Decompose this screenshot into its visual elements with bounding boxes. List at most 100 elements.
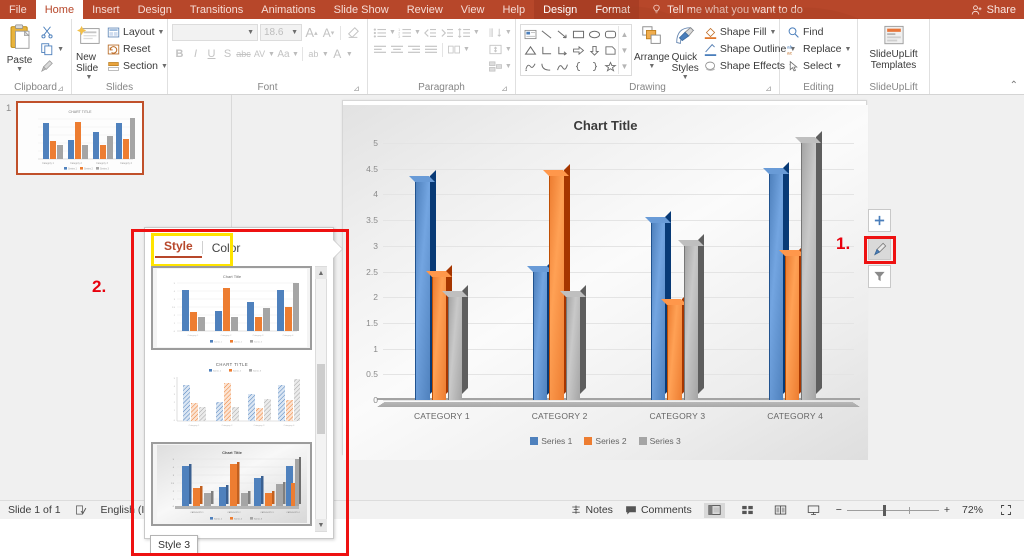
arrange-button[interactable]: Arrange ▼: [634, 22, 670, 70]
align-right-button[interactable]: [406, 42, 422, 57]
arrange-caret-icon[interactable]: ▼: [648, 63, 655, 70]
shape-textbox-icon[interactable]: [522, 26, 538, 42]
tab-help[interactable]: Help: [493, 0, 534, 19]
zoom-out-button[interactable]: −: [836, 504, 842, 516]
strikethrough-button[interactable]: abc: [236, 46, 251, 62]
shape-line-icon[interactable]: [538, 26, 554, 42]
chart-legend[interactable]: Series 1 Series 2 Series 3: [343, 436, 868, 446]
shapes-scroll-down-icon[interactable]: ▼: [619, 42, 630, 58]
text-direction-caret-icon[interactable]: ▼: [505, 29, 512, 36]
replace-caret-icon[interactable]: ▼: [845, 46, 852, 53]
shape-down-arrow-icon[interactable]: [586, 42, 602, 58]
font-name-caret-icon[interactable]: ▼: [247, 29, 254, 36]
section-button[interactable]: Section ▼: [104, 58, 171, 74]
shape-pentagon-icon[interactable]: [602, 42, 618, 58]
italic-button[interactable]: I: [188, 46, 203, 62]
increase-indent-button[interactable]: [439, 25, 455, 40]
paragraph-dialog-launcher[interactable]: ⊿: [500, 84, 509, 93]
chart-object[interactable]: Chart Title 00.511.522.533.544.55CATEGOR…: [343, 105, 868, 460]
tab-home[interactable]: Home: [36, 0, 83, 19]
align-text-caret-icon[interactable]: ▼: [505, 46, 512, 53]
zoom-slider[interactable]: − +: [836, 504, 950, 516]
shape-left-brace-icon[interactable]: [570, 58, 586, 74]
chart-bar[interactable]: [667, 305, 681, 400]
paste-caret-icon[interactable]: ▼: [16, 66, 23, 73]
chart-bar[interactable]: [684, 246, 698, 400]
shape-elbow-arrow-icon[interactable]: [554, 42, 570, 58]
shape-right-brace-icon[interactable]: [586, 58, 602, 74]
decrease-indent-button[interactable]: [422, 25, 438, 40]
shape-right-arrow-icon[interactable]: [570, 42, 586, 58]
chart-bar[interactable]: [448, 297, 462, 400]
tab-chart-design[interactable]: Design: [534, 0, 586, 19]
text-shadow-button[interactable]: S: [220, 46, 235, 62]
font-name-input[interactable]: ▼: [172, 24, 258, 41]
tab-review[interactable]: Review: [398, 0, 452, 19]
chart-bar[interactable]: [785, 256, 799, 400]
font-color-button[interactable]: A: [330, 46, 345, 62]
shape-fill-caret-icon[interactable]: ▼: [770, 29, 777, 36]
drawing-dialog-launcher[interactable]: ⊿: [764, 84, 773, 93]
shape-curve-icon[interactable]: [538, 58, 554, 74]
align-text-button[interactable]: [488, 42, 504, 57]
shape-star-icon[interactable]: [602, 58, 618, 74]
chart-bar[interactable]: [801, 143, 815, 400]
tab-slide-show[interactable]: Slide Show: [325, 0, 398, 19]
tab-animations[interactable]: Animations: [252, 0, 324, 19]
align-left-button[interactable]: [372, 42, 388, 57]
layout-button[interactable]: Layout ▼: [104, 24, 171, 40]
zoom-in-button[interactable]: +: [944, 504, 950, 516]
font-color-caret-icon[interactable]: ▼: [346, 51, 353, 58]
shapes-more-icon[interactable]: ▼: [619, 58, 630, 74]
numbering-caret-icon[interactable]: ▼: [414, 29, 421, 36]
format-painter-button[interactable]: [37, 58, 67, 74]
view-reading-button[interactable]: [770, 503, 791, 518]
chart-bar[interactable]: [549, 176, 563, 400]
paste-button[interactable]: Paste ▼: [4, 22, 35, 73]
line-spacing-caret-icon[interactable]: ▼: [473, 29, 480, 36]
slide-canvas[interactable]: Chart Title 00.511.522.533.544.55CATEGOR…: [342, 100, 867, 455]
quick-styles-caret-icon[interactable]: ▼: [682, 74, 689, 81]
share-button[interactable]: Share: [971, 0, 1016, 19]
text-highlight-button[interactable]: ab: [306, 46, 321, 62]
chart-bar[interactable]: [566, 297, 580, 400]
legend-item[interactable]: Series 2: [584, 436, 626, 446]
legend-item[interactable]: Series 3: [639, 436, 681, 446]
tab-view[interactable]: View: [452, 0, 494, 19]
convert-to-smartart-button[interactable]: [488, 59, 504, 74]
view-slideshow-button[interactable]: [803, 503, 824, 518]
shape-arc-icon[interactable]: [554, 58, 570, 74]
zoom-track[interactable]: [847, 510, 939, 511]
layout-caret-icon[interactable]: ▼: [158, 29, 165, 36]
smartart-caret-icon[interactable]: ▼: [505, 63, 512, 70]
view-slide-sorter-button[interactable]: [737, 503, 758, 518]
tell-me-box[interactable]: Tell me what you want to do: [639, 0, 803, 19]
cut-button[interactable]: [37, 24, 67, 40]
shape-rectangle-icon[interactable]: [570, 26, 586, 42]
shape-rounded-rectangle-icon[interactable]: [602, 26, 618, 42]
find-button[interactable]: Find: [784, 24, 854, 40]
slideuplift-templates-button[interactable]: SlideUpLift Templates: [864, 22, 924, 71]
underline-button[interactable]: U: [204, 46, 219, 62]
select-button[interactable]: Select ▼: [784, 58, 854, 74]
shape-triangle-icon[interactable]: [522, 42, 538, 58]
chart-filters-button[interactable]: [868, 265, 891, 288]
character-spacing-button[interactable]: AV: [252, 46, 267, 62]
fit-slide-button[interactable]: [995, 503, 1016, 518]
tab-design[interactable]: Design: [129, 0, 181, 19]
select-caret-icon[interactable]: ▼: [835, 63, 842, 70]
legend-item[interactable]: Series 1: [530, 436, 572, 446]
chart-elements-button[interactable]: [868, 209, 891, 232]
quick-styles-button[interactable]: Quick Styles ▼: [672, 22, 699, 81]
zoom-handle[interactable]: [883, 505, 886, 516]
chart-bar[interactable]: [415, 182, 429, 400]
shape-freeform-icon[interactable]: [522, 58, 538, 74]
tab-transitions[interactable]: Transitions: [181, 0, 252, 19]
shape-elbow-connector-icon[interactable]: [538, 42, 554, 58]
section-caret-icon[interactable]: ▼: [161, 63, 168, 70]
clear-formatting-button[interactable]: [345, 25, 360, 41]
view-normal-button[interactable]: [704, 503, 725, 518]
font-size-input[interactable]: 18.6 ▼: [260, 24, 302, 41]
decrease-font-size-button[interactable]: A▾: [321, 25, 336, 41]
copy-caret-icon[interactable]: ▼: [57, 46, 64, 53]
